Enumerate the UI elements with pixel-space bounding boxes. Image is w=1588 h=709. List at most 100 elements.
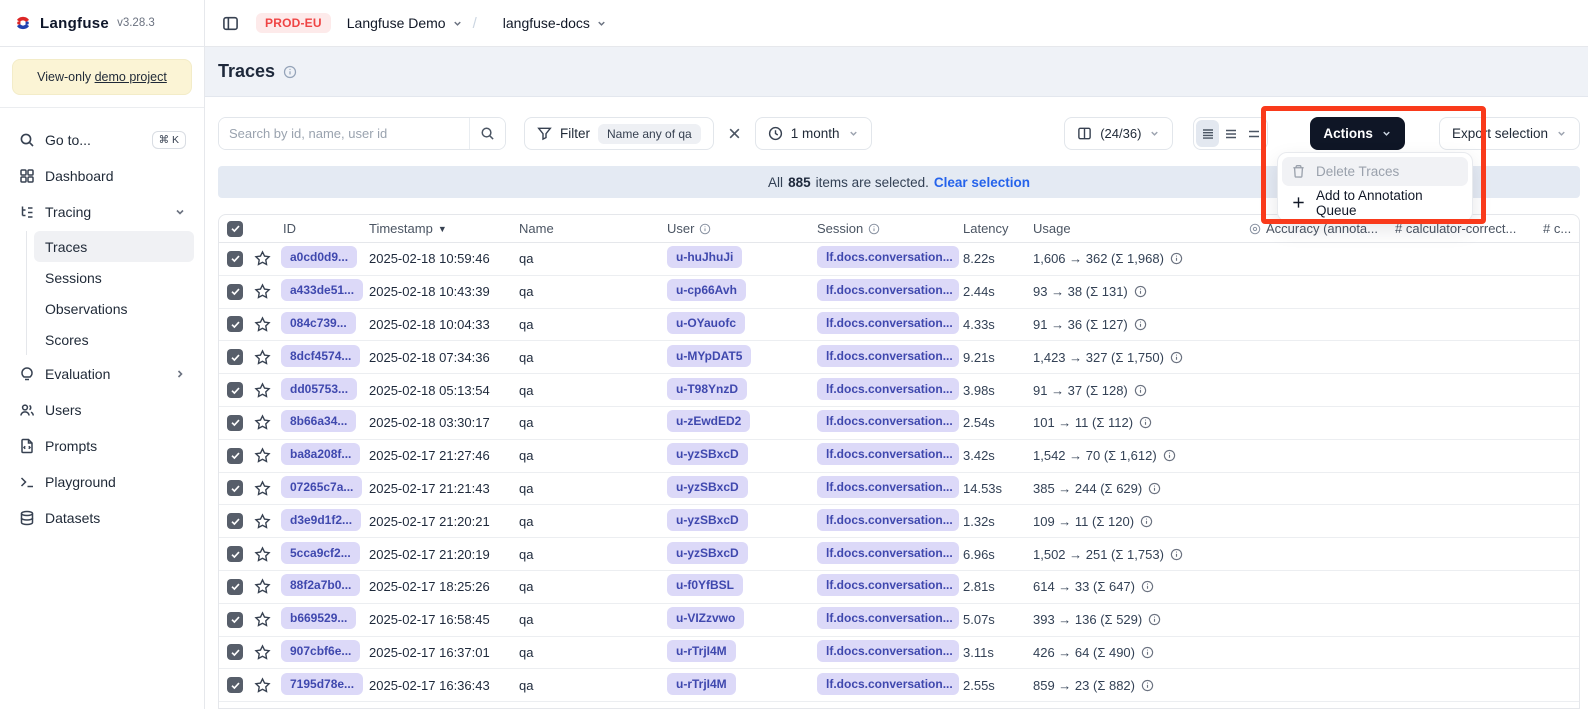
- trace-id-badge[interactable]: b669529...: [281, 607, 356, 629]
- star-icon[interactable]: [249, 250, 275, 267]
- session-badge[interactable]: lf.docs.conversation...: [817, 574, 959, 596]
- trace-id-badge[interactable]: 7195d78e...: [281, 673, 363, 695]
- info-icon[interactable]: [1141, 646, 1154, 659]
- info-icon[interactable]: [283, 65, 297, 79]
- actions-button[interactable]: Actions: [1310, 117, 1405, 150]
- info-icon[interactable]: [1139, 416, 1152, 429]
- header-usage[interactable]: Usage: [1027, 221, 1245, 236]
- session-badge[interactable]: lf.docs.conversation...: [817, 312, 959, 334]
- star-icon[interactable]: [249, 480, 275, 497]
- goto-button[interactable]: Go to... ⌘ K: [10, 122, 194, 158]
- search-icon[interactable]: [469, 118, 505, 149]
- user-badge[interactable]: u-huJhuJi: [667, 246, 742, 268]
- user-badge[interactable]: u-rTrjI4M: [667, 640, 736, 662]
- row-checkbox[interactable]: [227, 448, 243, 464]
- row-checkbox[interactable]: [227, 415, 243, 431]
- header-session[interactable]: Session: [813, 221, 959, 236]
- org-selector[interactable]: Langfuse Demo: [347, 15, 463, 31]
- row-checkbox[interactable]: [227, 513, 243, 529]
- select-all-checkbox[interactable]: [227, 221, 243, 237]
- trace-id-badge[interactable]: 07265c7a...: [281, 476, 362, 498]
- row-checkbox[interactable]: [227, 579, 243, 595]
- table-row[interactable]: 5cca9cf2... 2025-02-17 21:20:19 qa u-yzS…: [219, 538, 1579, 571]
- trace-id-badge[interactable]: 907cbf6e...: [281, 640, 360, 662]
- sidebar-item-users[interactable]: Users: [10, 392, 194, 428]
- star-icon[interactable]: [249, 316, 275, 333]
- sidebar-item-playground[interactable]: Playground: [10, 464, 194, 500]
- user-badge[interactable]: u-cp66Avh: [667, 279, 746, 301]
- header-name[interactable]: Name: [515, 221, 663, 236]
- user-badge[interactable]: u-VIZzvwo: [667, 607, 744, 629]
- trace-id-badge[interactable]: a0cd0d9...: [281, 246, 357, 268]
- info-icon[interactable]: [1163, 449, 1176, 462]
- row-checkbox[interactable]: [227, 251, 243, 267]
- row-checkbox[interactable]: [227, 316, 243, 332]
- time-range-button[interactable]: 1 month: [755, 117, 872, 150]
- info-icon[interactable]: [1141, 679, 1154, 692]
- star-icon[interactable]: [249, 578, 275, 595]
- trace-id-badge[interactable]: 88f2a7b0...: [281, 574, 360, 596]
- header-user[interactable]: User: [663, 221, 813, 236]
- session-badge[interactable]: lf.docs.conversation...: [817, 542, 959, 564]
- row-checkbox[interactable]: [227, 546, 243, 562]
- table-row[interactable]: a0cd0d9... 2025-02-18 10:59:46 qa u-huJh…: [219, 243, 1579, 276]
- row-checkbox[interactable]: [227, 284, 243, 300]
- info-icon[interactable]: [1170, 351, 1183, 364]
- row-height-small-icon[interactable]: [1196, 120, 1219, 147]
- star-icon[interactable]: [249, 611, 275, 628]
- trace-id-badge[interactable]: 8b66a34...: [281, 410, 356, 432]
- info-icon[interactable]: [1170, 548, 1183, 561]
- trace-id-badge[interactable]: 084c739...: [281, 312, 356, 334]
- star-icon[interactable]: [249, 447, 275, 464]
- user-badge[interactable]: u-OYauofc: [667, 312, 745, 334]
- row-checkbox[interactable]: [227, 677, 243, 693]
- session-badge[interactable]: lf.docs.conversation...: [817, 607, 959, 629]
- star-icon[interactable]: [249, 382, 275, 399]
- table-row[interactable]: 907cbf6e... 2025-02-17 16:37:01 qa u-rTr…: [219, 637, 1579, 670]
- sidebar-item-datasets[interactable]: Datasets: [10, 500, 194, 536]
- table-row[interactable]: d3e9d1f2... 2025-02-17 21:20:21 qa u-yzS…: [219, 505, 1579, 538]
- session-badge[interactable]: lf.docs.conversation...: [817, 640, 959, 662]
- search-input[interactable]: [219, 118, 469, 149]
- sidebar-item-evaluation[interactable]: Evaluation: [10, 356, 194, 392]
- trace-id-badge[interactable]: 8dcf4574...: [281, 345, 360, 367]
- user-badge[interactable]: u-yzSBxcD: [667, 443, 748, 465]
- session-badge[interactable]: lf.docs.conversation...: [817, 509, 959, 531]
- star-icon[interactable]: [249, 677, 275, 694]
- sidebar-item-observations[interactable]: Observations: [34, 293, 194, 324]
- session-badge[interactable]: lf.docs.conversation...: [817, 345, 959, 367]
- session-badge[interactable]: lf.docs.conversation...: [817, 279, 959, 301]
- menu-item-add-to-annotation-queue[interactable]: Add to Annotation Queue: [1282, 188, 1468, 217]
- user-badge[interactable]: u-T98YnzD: [667, 378, 747, 400]
- star-icon[interactable]: [249, 414, 275, 431]
- star-icon[interactable]: [249, 644, 275, 661]
- row-height-large-icon[interactable]: [1242, 120, 1265, 147]
- info-icon[interactable]: [1148, 613, 1161, 626]
- sidebar-toggle-icon[interactable]: [218, 11, 242, 35]
- header-score-accuracy[interactable]: Accuracy (annota...: [1245, 221, 1391, 236]
- session-badge[interactable]: lf.docs.conversation...: [817, 378, 959, 400]
- trace-id-badge[interactable]: d3e9d1f2...: [281, 509, 361, 531]
- row-checkbox[interactable]: [227, 612, 243, 628]
- table-row[interactable]: 7195d78e... 2025-02-17 16:36:43 qa u-rTr…: [219, 669, 1579, 702]
- info-icon[interactable]: [1134, 384, 1147, 397]
- export-selection-button[interactable]: Export selection: [1439, 117, 1580, 150]
- user-badge[interactable]: u-yzSBxcD: [667, 476, 748, 498]
- table-row[interactable]: 07265c7a... 2025-02-17 21:21:43 qa u-yzS…: [219, 473, 1579, 506]
- table-row[interactable]: b669529... 2025-02-17 16:58:45 qa u-VIZz…: [219, 604, 1579, 637]
- row-height-medium-icon[interactable]: [1219, 120, 1242, 147]
- trace-id-badge[interactable]: 5cca9cf2...: [281, 542, 360, 564]
- session-badge[interactable]: lf.docs.conversation...: [817, 476, 959, 498]
- star-icon[interactable]: [249, 513, 275, 530]
- row-checkbox[interactable]: [227, 480, 243, 496]
- table-row[interactable]: 084c739... 2025-02-18 10:04:33 qa u-OYau…: [219, 309, 1579, 342]
- row-checkbox[interactable]: [227, 644, 243, 660]
- info-icon[interactable]: [1148, 482, 1161, 495]
- info-icon[interactable]: [1140, 515, 1153, 528]
- trace-id-badge[interactable]: a433de51...: [281, 279, 363, 301]
- star-icon[interactable]: [249, 546, 275, 563]
- sidebar-item-sessions[interactable]: Sessions: [34, 262, 194, 293]
- header-score-calculator[interactable]: # calculator-correct...: [1391, 221, 1539, 236]
- star-icon[interactable]: [249, 349, 275, 366]
- table-row[interactable]: dd05753... 2025-02-18 05:13:54 qa u-T98Y…: [219, 374, 1579, 407]
